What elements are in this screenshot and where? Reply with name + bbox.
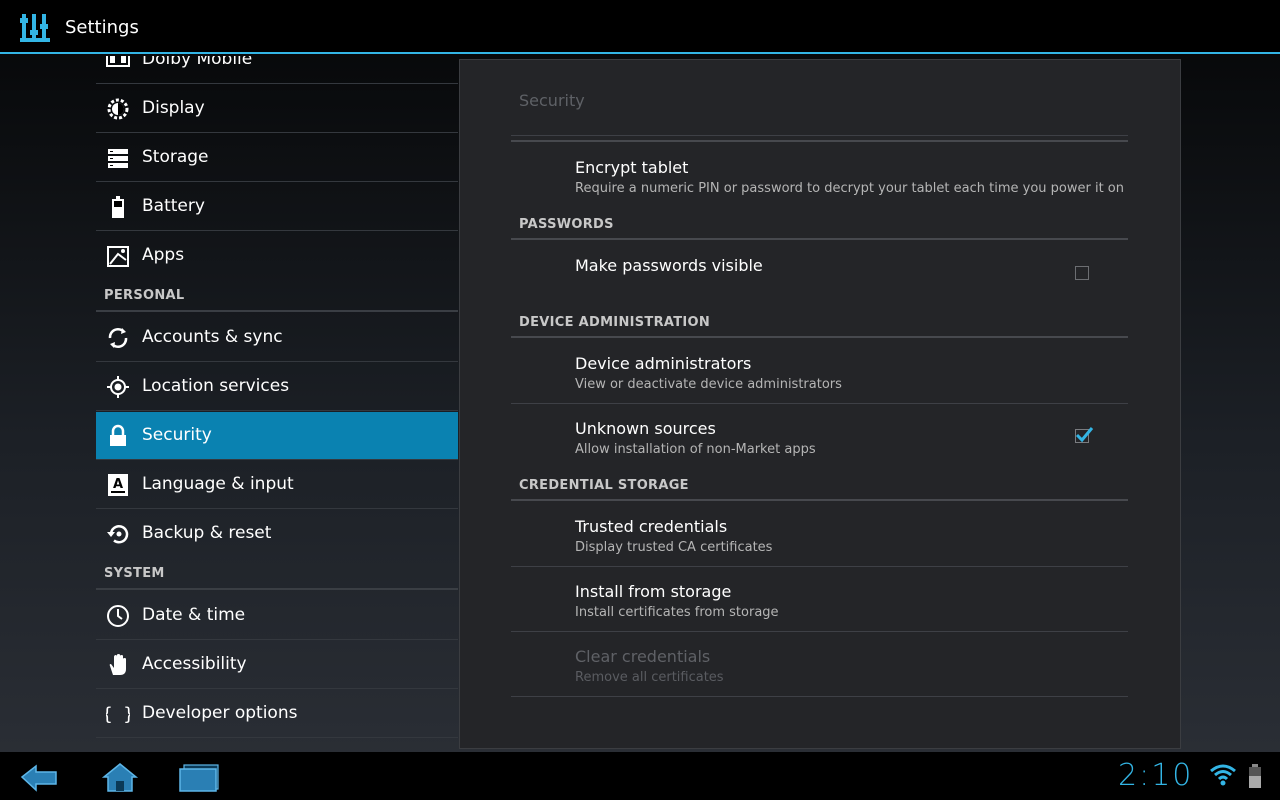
sidebar-header-personal: PERSONAL [96, 282, 458, 312]
sidebar-item-battery[interactable]: Battery [96, 183, 458, 231]
sidebar-item-security[interactable]: Security [96, 412, 458, 460]
backup-icon [107, 525, 129, 544]
unknown-sources-checkbox[interactable] [1075, 427, 1094, 443]
pref-summary: Allow installation of non-Market apps [575, 442, 816, 457]
lock-icon [110, 424, 126, 446]
category-header-device-administration: DEVICE ADMINISTRATION [519, 315, 711, 330]
clock[interactable]: 2:10 [1118, 758, 1193, 793]
home-icon[interactable] [98, 760, 142, 794]
sidebar-item-accessibility[interactable]: Accessibility [96, 641, 458, 689]
pref-summary: Display trusted CA certificates [575, 540, 773, 555]
category-header-credential-storage: CREDENTIAL STORAGE [519, 478, 689, 493]
pref-title: Unknown sources [575, 419, 716, 438]
sidebar-item-display[interactable]: Display [96, 85, 458, 133]
keyboard-letter-icon: A [108, 474, 128, 496]
sidebar-header-system: SYSTEM [96, 560, 458, 590]
panel-title: Security [519, 91, 585, 110]
sidebar-item-location-services[interactable]: Location services [96, 363, 458, 411]
pref-title: Device administrators [575, 354, 752, 373]
passwords-visible-checkbox[interactable] [1075, 266, 1089, 280]
pref-title: Encrypt tablet [575, 158, 689, 177]
checkmark-icon [1075, 427, 1094, 443]
brightness-icon [107, 98, 129, 120]
location-icon [107, 376, 129, 398]
wifi-icon[interactable] [1209, 764, 1237, 786]
battery-status-icon[interactable] [1248, 764, 1262, 788]
pref-summary: View or deactivate device administrators [575, 377, 842, 392]
sidebar-item-storage[interactable]: Storage [96, 134, 458, 182]
sidebar-item-dolby-mobile[interactable]: Dolby Mobile [96, 56, 458, 84]
divider [511, 135, 1128, 136]
divider [511, 696, 1128, 697]
pref-summary: Remove all certificates [575, 670, 724, 685]
system-nav-bar: 2:10 [0, 752, 1280, 800]
sidebar-item-backup-reset[interactable]: Backup & reset [96, 510, 458, 558]
action-bar: Settings [0, 0, 1280, 54]
sync-icon [108, 328, 128, 348]
recent-apps-icon[interactable] [178, 760, 222, 794]
app-title: Settings [65, 17, 139, 38]
pref-title: Clear credentials [575, 647, 711, 666]
sidebar-item-date-time[interactable]: Date & time [96, 592, 458, 640]
braces-icon: { } [106, 704, 130, 725]
back-icon[interactable] [18, 760, 62, 794]
hand-icon [109, 654, 126, 675]
dolby-icon [106, 56, 130, 67]
sidebar-item-apps[interactable]: Apps [96, 232, 458, 280]
pref-summary: Require a numeric PIN or password to dec… [575, 181, 1124, 196]
sidebar-item-accounts-sync[interactable]: Accounts & sync [96, 314, 458, 362]
battery-icon [112, 196, 124, 218]
settings-sliders-icon[interactable] [20, 12, 54, 44]
apps-icon [107, 246, 129, 267]
category-header-passwords: PASSWORDS [519, 217, 614, 232]
svg-text:{ }: { } [106, 704, 130, 725]
sidebar-item-developer-options[interactable]: { } Developer options [96, 690, 458, 738]
svg-text:A: A [113, 477, 123, 492]
pref-title: Install from storage [575, 582, 732, 601]
clock-icon [107, 605, 129, 627]
pref-summary: Install certificates from storage [575, 605, 779, 620]
security-panel: Security Encrypt tablet Require a numeri… [459, 59, 1181, 749]
pref-title: Make passwords visible [575, 256, 763, 275]
storage-icon [108, 149, 128, 168]
sidebar-item-language-input[interactable]: A Language & input [96, 461, 458, 509]
settings-sidebar: Dolby Mobile Display Storage Battery App… [96, 56, 458, 752]
pref-title: Trusted credentials [575, 517, 728, 536]
